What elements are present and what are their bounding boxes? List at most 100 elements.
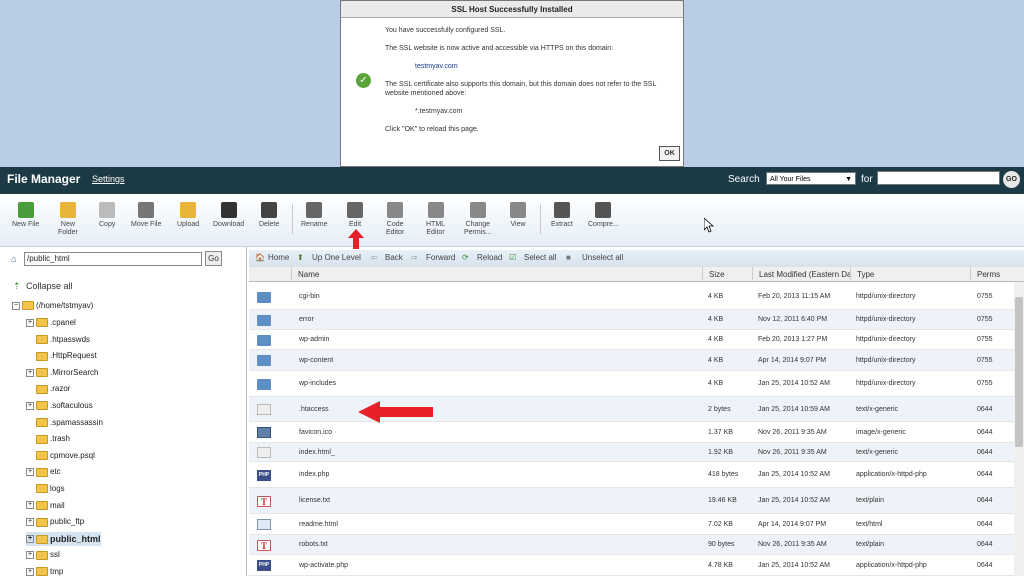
expand-toggle-icon[interactable]: + — [26, 567, 34, 576]
ok-button[interactable]: OK — [659, 146, 680, 161]
tree-item[interactable]: + public_ftp — [26, 515, 84, 529]
change-permissions-button[interactable]: Change Permis... — [464, 202, 492, 237]
file-row[interactable]: PHP wp-activate.php 4.78 KB Jan 25, 2014 10… — [249, 555, 1014, 576]
dialog-domain-link[interactable]: testmyav.com — [385, 62, 680, 71]
file-name[interactable]: index.php — [299, 462, 699, 487]
column-last-modified[interactable]: Last Modified (Eastern Da — [752, 267, 852, 282]
expand-toggle-icon[interactable]: + — [26, 368, 34, 377]
view-button[interactable]: View — [510, 202, 526, 229]
home-nav-icon[interactable]: 🏠 — [255, 253, 265, 262]
directory-tree-pane: ⌂ /public_html Go ⇡ Collapse all − (/home… — [0, 247, 247, 576]
search-scope-select[interactable]: All Your Files ▼ — [766, 172, 856, 185]
tree-item[interactable]: + .MirrorSearch — [26, 366, 98, 380]
file-name[interactable]: wp-includes — [299, 371, 699, 396]
folder-icon — [36, 467, 48, 477]
file-row[interactable]: readme.html 7.02 KB Apr 14, 2014 9:07 PM te… — [249, 514, 1014, 535]
new-folder-button[interactable]: New Folder — [58, 202, 78, 237]
file-type: httpd/unix-directory — [856, 356, 916, 364]
tree-item[interactable]: .HttpRequest — [26, 349, 97, 363]
tree-item[interactable]: .htpasswds — [26, 333, 90, 347]
file-name[interactable]: license.txt — [299, 488, 699, 513]
move-file-button[interactable]: Move File — [131, 202, 161, 229]
expand-toggle-icon[interactable]: + — [26, 468, 34, 477]
forward-link[interactable]: Forward — [426, 253, 455, 262]
file-name[interactable]: favicon.ico — [299, 422, 699, 442]
search-go-button[interactable]: GO — [1003, 171, 1020, 188]
path-input[interactable]: /public_html — [24, 252, 202, 266]
tree-root[interactable]: − (/home/tstmyav) — [12, 299, 93, 313]
column-type[interactable]: Type — [850, 267, 970, 282]
tree-item[interactable]: cpmove.psql — [26, 449, 95, 463]
collapse-toggle-icon[interactable]: − — [12, 301, 20, 310]
tree-item[interactable]: + .softaculous — [26, 399, 93, 413]
collapse-all-link[interactable]: Collapse all — [26, 281, 73, 291]
up-one-level-link[interactable]: Up One Level — [312, 253, 361, 262]
column-name[interactable]: Name — [291, 267, 705, 282]
tree-item[interactable]: .razor — [26, 382, 70, 396]
file-row[interactable]: error 4 KB Nov 12, 2011 6:40 PM httpd/unix-… — [249, 310, 1014, 330]
download-button[interactable]: Download — [213, 202, 244, 229]
file-name[interactable]: readme.html — [299, 514, 699, 534]
expand-toggle-icon[interactable]: + — [26, 501, 34, 510]
edit-button[interactable]: Edit — [347, 202, 363, 229]
file-list-scrollbar[interactable] — [1014, 282, 1024, 576]
expand-toggle-icon[interactable]: + — [26, 318, 34, 327]
delete-button[interactable]: Delete — [259, 202, 279, 229]
tree-item[interactable]: + tmp — [26, 565, 63, 576]
file-name[interactable]: index.html_ — [299, 443, 699, 461]
file-name[interactable]: error — [299, 310, 699, 329]
expand-toggle-icon[interactable]: + — [26, 518, 34, 527]
file-name[interactable]: cgi-bin — [299, 284, 699, 309]
home-nav-link[interactable]: Home — [268, 253, 289, 262]
tree-item[interactable]: + etc — [26, 465, 61, 479]
file-row[interactable]: cgi-bin 4 KB Feb 20, 2013 11:15 AM httpd/un… — [249, 284, 1014, 310]
tree-item-label: public_ftp — [50, 517, 85, 527]
file-row[interactable]: index.html_ 1.92 KB Nov 26, 2011 9:35 AM te… — [249, 443, 1014, 462]
file-name[interactable]: wp-activate.php — [299, 555, 699, 575]
expand-toggle-icon[interactable]: + — [26, 551, 34, 560]
file-name[interactable]: robots.txt — [299, 535, 699, 554]
file-row[interactable]: wp-includes 4 KB Jan 25, 2014 10:52 AM http… — [249, 371, 1014, 397]
expand-toggle-icon[interactable]: + — [26, 401, 34, 410]
settings-link[interactable]: Settings — [92, 174, 125, 184]
file-perms: 0755 — [977, 316, 993, 323]
file-perms: 0755 — [977, 380, 993, 387]
extract-button[interactable]: Extract — [551, 202, 573, 229]
column-perms[interactable]: Perms — [970, 267, 1024, 282]
tree-item[interactable]: .spamassassin — [26, 416, 103, 430]
back-link[interactable]: Back — [385, 253, 403, 262]
search-input[interactable] — [877, 171, 1000, 185]
copy-button[interactable]: Copy — [99, 202, 115, 229]
tree-item[interactable]: + ssl — [26, 548, 60, 562]
folder-icon — [36, 567, 48, 576]
tree-item[interactable]: + mail — [26, 499, 65, 513]
rename-button[interactable]: Rename — [301, 202, 327, 229]
file-row[interactable]: Tlicense.txt 19.46 KB Jan 25, 2014 10:52 A… — [249, 488, 1014, 514]
path-go-button[interactable]: Go — [205, 251, 222, 266]
code-editor-button[interactable]: Code Editor — [386, 202, 404, 237]
upload-button[interactable]: Upload — [177, 202, 199, 229]
file-row[interactable]: PHP index.php 418 bytes Jan 25, 2014 10:52 … — [249, 462, 1014, 488]
reload-link[interactable]: Reload — [477, 253, 502, 262]
file-row[interactable]: Trobots.txt 90 bytes Nov 26, 2011 9:35 AM t… — [249, 535, 1014, 555]
tree-item[interactable]: logs — [26, 482, 65, 496]
tree-item[interactable]: + .cpanel — [26, 316, 76, 330]
file-manager-header: File Manager Settings Search for — [0, 167, 1024, 194]
select-all-link[interactable]: Select all — [524, 253, 556, 262]
unselect-all-link[interactable]: Unselect all — [582, 253, 623, 262]
file-row[interactable]: favicon.ico 1.37 KB Nov 26, 2011 9:35 AM im… — [249, 422, 1014, 443]
tree-item[interactable]: .trash — [26, 432, 70, 446]
scrollbar-thumb[interactable] — [1015, 297, 1023, 447]
compress-button[interactable]: Compre... — [588, 202, 619, 229]
new-file-button[interactable]: New File — [12, 202, 39, 229]
file-name[interactable]: wp-content — [299, 350, 699, 370]
toolbar-label: Change Permis... — [464, 221, 492, 236]
expand-toggle-icon[interactable]: + — [26, 535, 34, 544]
file-row[interactable]: wp-content 4 KB Apr 14, 2014 9:07 PM httpd/… — [249, 350, 1014, 371]
html-editor-button[interactable]: HTML Editor — [426, 202, 445, 237]
file-name[interactable]: wp-admin — [299, 330, 699, 349]
column-size[interactable]: Size — [702, 267, 752, 282]
file-row[interactable]: wp-admin 4 KB Feb 20, 2013 1:27 PM httpd/un… — [249, 330, 1014, 350]
tree-item-label: public_html — [50, 533, 101, 544]
tree-item[interactable]: + public_html — [26, 531, 101, 546]
